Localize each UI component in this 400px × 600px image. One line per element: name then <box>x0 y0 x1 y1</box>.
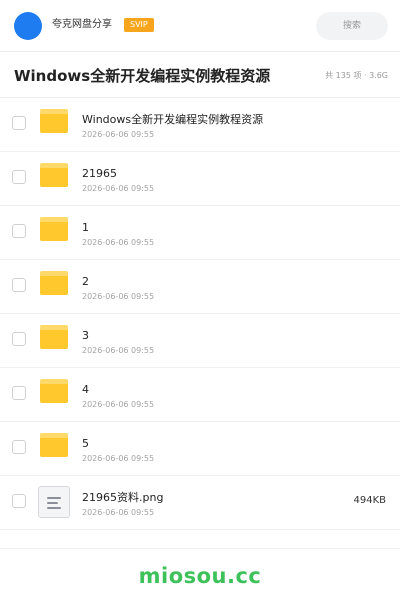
page-title: Windows全新开发编程实例教程资源 <box>14 67 271 85</box>
folder-row[interactable]: 4 2026-06-06 09:55 <box>0 368 400 422</box>
folder-icon <box>40 325 68 349</box>
item-date: 2026-06-06 09:55 <box>82 400 155 409</box>
top-bar: 夸克网盘分享 SVIP 搜索 <box>0 0 400 52</box>
folder-row[interactable]: 1 2026-06-06 09:55 <box>0 206 400 260</box>
folder-icon <box>40 109 68 133</box>
folder-icon <box>40 217 68 241</box>
folder-title-bar: Windows全新开发编程实例教程资源 共 135 项 · 3.6G <box>0 52 400 98</box>
folder-row[interactable]: Windows全新开发编程实例教程资源 2026-06-06 09:55 <box>0 98 400 152</box>
item-name: 2 <box>82 275 89 288</box>
folder-row[interactable]: 3 2026-06-06 09:55 <box>0 314 400 368</box>
file-list: Windows全新开发编程实例教程资源 2026-06-06 09:55 21965… <box>0 98 400 530</box>
svip-badge: SVIP <box>124 18 154 32</box>
select-checkbox[interactable] <box>12 116 26 130</box>
item-date: 2026-06-06 09:55 <box>82 184 155 193</box>
select-checkbox[interactable] <box>12 170 26 184</box>
select-checkbox[interactable] <box>12 494 26 508</box>
watermark-text: miosou.cc <box>138 564 262 588</box>
footer: miosou.cc <box>0 548 400 600</box>
folder-row[interactable]: 21965 2026-06-06 09:55 <box>0 152 400 206</box>
select-checkbox[interactable] <box>12 386 26 400</box>
item-name: Windows全新开发编程实例教程资源 <box>82 113 264 126</box>
app-name: 夸克网盘分享 <box>52 19 112 30</box>
item-name: 1 <box>82 221 89 234</box>
folder-icon <box>40 163 68 187</box>
avatar[interactable] <box>14 12 42 40</box>
select-checkbox[interactable] <box>12 332 26 346</box>
item-date: 2026-06-06 09:55 <box>82 130 155 139</box>
item-name: 3 <box>82 329 89 342</box>
item-name: 5 <box>82 437 89 450</box>
item-date: 2026-06-06 09:55 <box>82 238 155 247</box>
search-input[interactable]: 搜索 <box>316 12 388 40</box>
item-date: 2026-06-06 09:55 <box>82 292 155 301</box>
folder-row[interactable]: 5 2026-06-06 09:55 <box>0 422 400 476</box>
item-count-size: 共 135 项 · 3.6G <box>325 71 388 80</box>
item-name: 4 <box>82 383 89 396</box>
file-row[interactable]: 21965资料.png 2026-06-06 09:55 494KB <box>0 476 400 530</box>
item-date: 2026-06-06 09:55 <box>82 454 155 463</box>
folder-icon <box>40 271 68 295</box>
select-checkbox[interactable] <box>12 278 26 292</box>
document-icon <box>38 486 70 518</box>
item-date: 2026-06-06 09:55 <box>82 346 155 355</box>
select-checkbox[interactable] <box>12 224 26 238</box>
folder-icon <box>40 433 68 457</box>
item-name: 21965资料.png <box>82 491 164 504</box>
folder-icon <box>40 379 68 403</box>
item-size: 494KB <box>353 495 386 506</box>
item-name: 21965 <box>82 167 117 180</box>
item-date: 2026-06-06 09:55 <box>82 508 155 517</box>
folder-row[interactable]: 2 2026-06-06 09:55 <box>0 260 400 314</box>
select-checkbox[interactable] <box>12 440 26 454</box>
